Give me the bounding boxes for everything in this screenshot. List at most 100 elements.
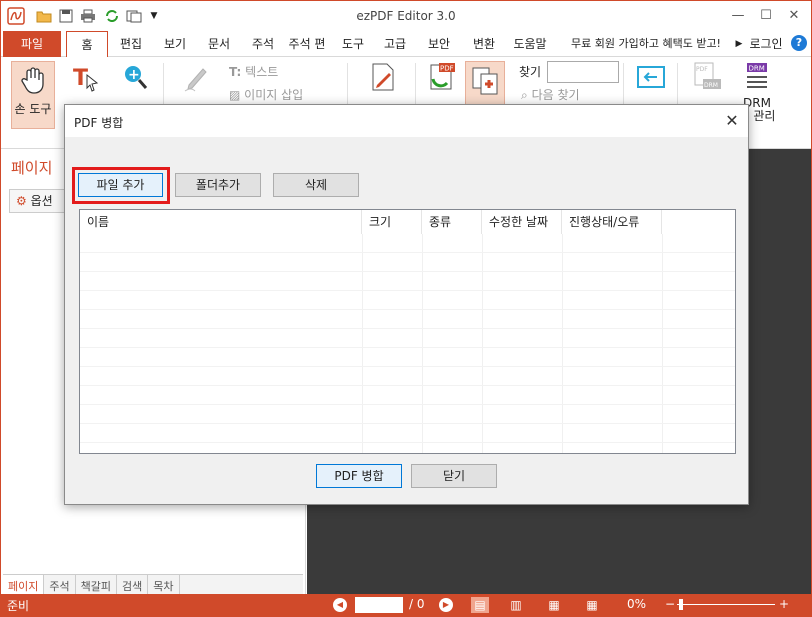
zoom-in-icon: + bbox=[119, 61, 151, 93]
column-modified-date[interactable]: 수정한 날짜 bbox=[482, 210, 562, 234]
gear-icon: ⚙ bbox=[16, 194, 27, 208]
insert-text-label: 텍스트 bbox=[245, 65, 279, 79]
left-panel-title: 페이지 bbox=[11, 159, 53, 177]
empty-row bbox=[80, 272, 735, 291]
minimize-button[interactable]: — bbox=[723, 5, 753, 27]
drm-list-icon: DRM bbox=[741, 61, 773, 93]
zoom-in-button[interactable]: + bbox=[115, 61, 155, 97]
page-number-input[interactable] bbox=[355, 597, 403, 613]
two-page-view-icon[interactable]: ▥ bbox=[507, 597, 525, 613]
tab-annotation-edit[interactable]: 주석 편 bbox=[285, 31, 329, 57]
find-next-label: 다음 찾기 bbox=[531, 88, 580, 102]
signup-promo-link[interactable]: 무료 회원 가입하고 혜택도 받고! bbox=[554, 31, 738, 57]
login-link[interactable]: 로그인 bbox=[745, 31, 787, 57]
pdf-drm-button[interactable]: PDF DRM bbox=[687, 61, 727, 97]
maximize-button[interactable]: ☐ bbox=[751, 5, 781, 27]
delete-button[interactable]: 삭제 bbox=[273, 173, 359, 197]
column-name[interactable]: 이름 bbox=[80, 210, 362, 234]
zoom-in-status-button[interactable]: + bbox=[779, 597, 789, 611]
column-type[interactable]: 종류 bbox=[422, 210, 482, 234]
tab-advanced[interactable]: 고급 bbox=[377, 31, 413, 57]
file-list-header: 이름 크기 종류 수정한 날짜 진행상태/오류 bbox=[80, 210, 735, 234]
pdf-convert-icon: PDF bbox=[427, 61, 459, 93]
play-icon: ▶ bbox=[735, 39, 743, 49]
svg-text:DRM: DRM bbox=[704, 82, 718, 89]
insert-image-button[interactable]: ▨ 이미지 삽입 bbox=[229, 86, 303, 103]
zoom-out-button[interactable]: − bbox=[665, 597, 675, 611]
tab-search[interactable]: 검색 bbox=[117, 575, 149, 594]
add-file-button[interactable]: 파일 추가 bbox=[78, 173, 163, 197]
left-panel-tabs: 페이지 주석 책갈피 검색 목차 bbox=[3, 574, 303, 594]
find-next-button[interactable]: ⌕ 다음 찾기 bbox=[521, 86, 580, 103]
tab-file[interactable]: 파일 bbox=[3, 31, 61, 57]
next-page-button[interactable]: ▶ bbox=[439, 598, 453, 612]
tab-help[interactable]: 도움말 bbox=[509, 31, 551, 57]
title-bar: ▼ ezPDF Editor 3.0 — ☐ ✕ bbox=[1, 1, 811, 31]
app-window: ▼ ezPDF Editor 3.0 — ☐ ✕ 파일 홈 편집 보기 문서 주… bbox=[0, 0, 812, 617]
single-page-view-icon[interactable]: ▤ bbox=[471, 597, 489, 613]
continuous-view-icon[interactable]: ▦ bbox=[545, 597, 563, 613]
zoom-slider[interactable] bbox=[677, 604, 775, 605]
search-icon: ⌕ bbox=[521, 88, 528, 102]
svg-text:T: T bbox=[73, 66, 88, 91]
document-edit-icon bbox=[367, 61, 399, 93]
ribbon-tab-bar: 파일 홈 편집 보기 문서 주석 주석 편 도구 고급 보안 변환 도움말 무료… bbox=[1, 31, 811, 58]
find-label: 찾기 bbox=[519, 65, 542, 79]
window-close-button[interactable]: ✕ bbox=[779, 5, 809, 27]
hand-tool-button[interactable]: 손 도구 bbox=[11, 61, 55, 129]
edit-tools-button[interactable] bbox=[363, 61, 403, 97]
svg-text:DRM: DRM bbox=[749, 65, 765, 73]
text-insert-icon: T: bbox=[229, 65, 242, 79]
grid-view-icon[interactable]: ▦ bbox=[583, 597, 601, 613]
dialog-title-bar: PDF 병합 ✕ bbox=[65, 105, 748, 137]
insert-image-label: 이미지 삽입 bbox=[244, 88, 304, 102]
tab-annotation[interactable]: 주석 bbox=[245, 31, 281, 57]
tab-convert[interactable]: 변환 bbox=[465, 31, 503, 57]
tab-document[interactable]: 문서 bbox=[201, 31, 237, 57]
options-label: 옵션 bbox=[30, 194, 53, 208]
hand-icon bbox=[17, 64, 49, 96]
tab-annotations[interactable]: 주석 bbox=[44, 575, 76, 594]
insert-text-button[interactable]: T: 텍스트 bbox=[229, 63, 278, 80]
empty-row bbox=[80, 424, 735, 443]
options-button[interactable]: ⚙ 옵션 bbox=[9, 189, 69, 213]
prev-page-button[interactable]: ◀ bbox=[333, 598, 347, 612]
empty-row bbox=[80, 234, 735, 253]
zoom-level: 0% bbox=[627, 597, 647, 611]
zoom-slider-thumb[interactable] bbox=[679, 599, 683, 610]
image-icon: ▨ bbox=[229, 88, 241, 102]
tab-home[interactable]: 홈 bbox=[66, 31, 108, 58]
pdf-merge-dialog: PDF 병합 ✕ 파일 추가 폴더추가 삭제 이름 크기 종류 수정한 날짜 진… bbox=[64, 104, 749, 505]
tab-pages[interactable]: 페이지 bbox=[3, 575, 45, 594]
navigate-button[interactable] bbox=[631, 61, 671, 97]
column-status[interactable]: 진행상태/오류 bbox=[562, 210, 662, 234]
pdf-merge-icon bbox=[469, 64, 501, 96]
help-icon[interactable]: ? bbox=[791, 35, 807, 51]
column-size[interactable]: 크기 bbox=[362, 210, 422, 234]
pdf-convert-button[interactable]: PDF bbox=[423, 61, 463, 97]
select-text-button[interactable]: T bbox=[65, 61, 105, 97]
empty-row bbox=[80, 386, 735, 405]
dialog-close-icon[interactable]: ✕ bbox=[722, 111, 742, 131]
tab-edit[interactable]: 편집 bbox=[113, 31, 149, 57]
sign-button[interactable] bbox=[177, 61, 217, 97]
empty-row bbox=[80, 367, 735, 386]
file-list[interactable]: 이름 크기 종류 수정한 날짜 진행상태/오류 bbox=[79, 209, 736, 454]
empty-row bbox=[80, 405, 735, 424]
find-input[interactable] bbox=[547, 61, 619, 83]
svg-text:PDF: PDF bbox=[696, 66, 708, 73]
svg-text:+: + bbox=[128, 67, 140, 83]
tab-view[interactable]: 보기 bbox=[157, 31, 193, 57]
pen-icon bbox=[181, 61, 213, 93]
tab-bookmarks[interactable]: 책갈피 bbox=[76, 575, 117, 594]
svg-text:PDF: PDF bbox=[440, 65, 454, 73]
window-title: ezPDF Editor 3.0 bbox=[356, 9, 456, 23]
merge-pdf-button[interactable]: PDF 병합 bbox=[316, 464, 402, 488]
empty-row bbox=[80, 329, 735, 348]
tab-security[interactable]: 보안 bbox=[421, 31, 457, 57]
tab-tools[interactable]: 도구 bbox=[335, 31, 371, 57]
add-folder-button[interactable]: 폴더추가 bbox=[175, 173, 261, 197]
tab-toc[interactable]: 목차 bbox=[148, 575, 180, 594]
close-dialog-button[interactable]: 닫기 bbox=[411, 464, 497, 488]
empty-row bbox=[80, 310, 735, 329]
